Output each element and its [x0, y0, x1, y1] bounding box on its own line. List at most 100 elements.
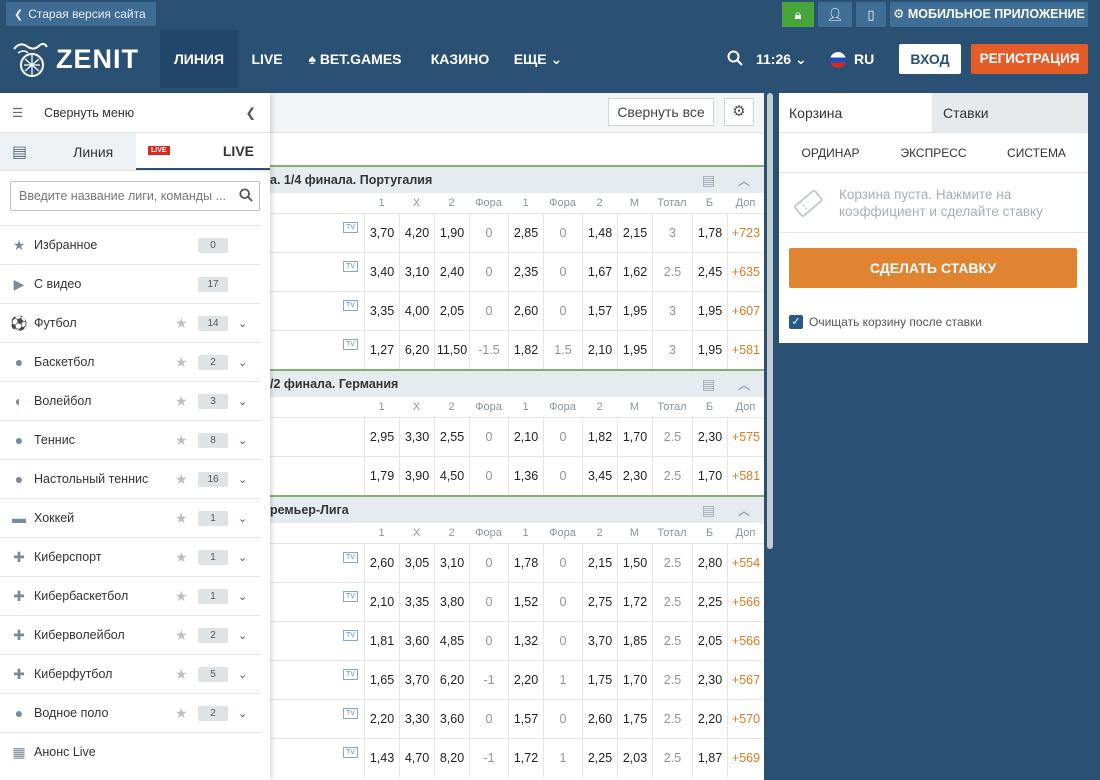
odds-cell[interactable]: 0	[469, 583, 508, 621]
odds-cell[interactable]: 2.5	[652, 253, 692, 291]
odds-cell[interactable]: 3,80	[434, 583, 469, 621]
more-markets-link[interactable]: +554	[727, 544, 764, 582]
favorite-star-icon[interactable]: ★	[175, 666, 188, 683]
nav-more[interactable]: ЕЩЕ ⌄	[506, 30, 570, 88]
tv-icon[interactable]: TV	[343, 339, 358, 350]
odds-cell[interactable]: 4,70	[399, 739, 434, 777]
chevron-down-icon[interactable]: ⌄	[238, 629, 247, 642]
user-icon[interactable]: 👤︎	[818, 2, 852, 27]
odds-cell[interactable]: 2,30	[692, 661, 727, 699]
odds-cell[interactable]: 1,90	[434, 214, 469, 252]
chevron-down-icon[interactable]: ⌄	[238, 551, 247, 564]
odds-cell[interactable]: 3,05	[399, 544, 434, 582]
favorite-star-icon[interactable]: ★	[175, 549, 188, 566]
more-markets-link[interactable]: +567	[727, 661, 764, 699]
odds-cell[interactable]: 2,30	[617, 457, 652, 495]
odds-cell[interactable]: 3,70	[399, 661, 434, 699]
odds-cell[interactable]: 0	[469, 457, 508, 495]
odds-cell[interactable]: 2,15	[582, 544, 617, 582]
tab-basket[interactable]: Корзина	[779, 93, 932, 132]
event-info[interactable]	[270, 457, 364, 495]
mobile-app-button[interactable]: ⚙︎ МОБИЛЬНОЕ ПРИЛОЖЕНИЕ	[890, 2, 1088, 27]
odds-cell[interactable]: 1,78	[508, 544, 543, 582]
odds-cell[interactable]: 1,50	[617, 544, 652, 582]
odds-cell[interactable]: 1,79	[364, 457, 399, 495]
nav-betgames[interactable]: ♠ BET.GAMES	[300, 30, 410, 88]
odds-cell[interactable]: 3,30	[399, 418, 434, 456]
odds-cell[interactable]: 1,70	[617, 418, 652, 456]
league-search-input[interactable]	[19, 189, 239, 203]
odds-cell[interactable]: 2,15	[617, 214, 652, 252]
tv-icon[interactable]: TV	[343, 300, 358, 311]
more-markets-link[interactable]: +607	[727, 292, 764, 330]
odds-cell[interactable]: 0	[469, 622, 508, 660]
odds-cell[interactable]: 0	[543, 253, 582, 291]
event-info[interactable]: TV	[270, 253, 364, 291]
tab-liniya[interactable]: ▤ Линия	[0, 133, 136, 170]
more-markets-link[interactable]: +566	[727, 583, 764, 621]
event-row[interactable]: TV 1,27 6,20 11,50 -1.5 1,82 1.5 2,10 1,95 3 1,95 +…	[270, 330, 764, 369]
event-info[interactable]: TV	[270, 700, 364, 738]
odds-cell[interactable]: 1,75	[617, 700, 652, 738]
odds-cell[interactable]: 1,57	[508, 700, 543, 738]
odds-cell[interactable]: 3,35	[399, 583, 434, 621]
odds-cell[interactable]: 2,10	[508, 418, 543, 456]
chevron-up-icon[interactable]: ︿	[738, 502, 750, 519]
chevron-down-icon[interactable]: ⌄	[238, 317, 247, 330]
sidebar-item[interactable]: ✚ Киберфутбол ★ 5 ⌄	[0, 654, 260, 693]
odds-cell[interactable]: 3,90	[399, 457, 434, 495]
odds-cell[interactable]: 3	[652, 331, 692, 369]
sidebar-item[interactable]: ● Баскетбол ★ 2 ⌄	[0, 342, 260, 381]
event-info[interactable]: TV	[270, 214, 364, 252]
odds-cell[interactable]: 2,95	[364, 418, 399, 456]
tv-icon[interactable]: TV	[343, 222, 358, 233]
table-view-icon[interactable]: ▤	[702, 172, 715, 189]
favorite-star-icon[interactable]: ★	[175, 588, 188, 605]
odds-cell[interactable]: 2,20	[692, 700, 727, 738]
odds-cell[interactable]: 1,52	[508, 583, 543, 621]
more-markets-link[interactable]: +570	[727, 700, 764, 738]
odds-cell[interactable]: 1,32	[508, 622, 543, 660]
tv-icon[interactable]: TV	[343, 591, 358, 602]
chevron-down-icon[interactable]: ⌄	[238, 668, 247, 681]
more-markets-link[interactable]: +569	[727, 739, 764, 777]
login-button[interactable]: ВХОД	[899, 44, 961, 74]
event-row[interactable]: TV 3,40 3,10 2,40 0 2,35 0 1,67 1,62 2.5 2,45 +635	[270, 252, 764, 291]
odds-cell[interactable]: 2,10	[582, 331, 617, 369]
odds-cell[interactable]: 1.5	[543, 331, 582, 369]
odds-cell[interactable]: 2,60	[582, 700, 617, 738]
odds-cell[interactable]: 1,95	[617, 331, 652, 369]
tv-icon[interactable]: TV	[343, 747, 358, 758]
event-row[interactable]: TV 2,10 3,35 3,80 0 1,52 0 2,75 1,72 2.5 2,25 +566	[270, 582, 764, 621]
scrollbar[interactable]	[767, 93, 773, 549]
favorite-star-icon[interactable]: ★	[175, 705, 188, 722]
odds-cell[interactable]: 2,60	[508, 292, 543, 330]
odds-cell[interactable]: 3,30	[399, 700, 434, 738]
odds-cell[interactable]: 1,78	[692, 214, 727, 252]
sidebar-item[interactable]: ▶ С видео 17	[0, 264, 260, 303]
odds-cell[interactable]: 2,85	[508, 214, 543, 252]
sidebar-item[interactable]: ▬ Хоккей ★ 1 ⌄	[0, 498, 260, 537]
event-info[interactable]: TV	[270, 661, 364, 699]
odds-cell[interactable]: 2,60	[364, 544, 399, 582]
sidebar-item[interactable]: ✚ Кибер­волейбол ★ 2 ⌄	[0, 615, 260, 654]
odds-cell[interactable]: 1,95	[617, 292, 652, 330]
register-button[interactable]: РЕГИСТРАЦИЯ	[971, 44, 1088, 74]
more-markets-link[interactable]: +566	[727, 622, 764, 660]
odds-cell[interactable]: 2,05	[692, 622, 727, 660]
odds-cell[interactable]: 2.5	[652, 661, 692, 699]
odds-cell[interactable]: 1,48	[582, 214, 617, 252]
chevron-down-icon[interactable]: ⌄	[238, 356, 247, 369]
odds-cell[interactable]: 1,87	[692, 739, 727, 777]
odds-cell[interactable]: 3,70	[364, 214, 399, 252]
chevron-down-icon[interactable]: ⌄	[238, 512, 247, 525]
odds-cell[interactable]: -1.5	[469, 331, 508, 369]
odds-cell[interactable]: 1	[543, 661, 582, 699]
odds-cell[interactable]: 1,72	[617, 583, 652, 621]
odds-cell[interactable]: 0	[543, 700, 582, 738]
odds-cell[interactable]: 3,60	[399, 622, 434, 660]
odds-cell[interactable]: 3	[652, 292, 692, 330]
odds-cell[interactable]: 2,40	[434, 253, 469, 291]
odds-cell[interactable]: 2,10	[364, 583, 399, 621]
sidebar-item[interactable]: ✚ Кибербаскетбол ★ 1 ⌄	[0, 576, 260, 615]
